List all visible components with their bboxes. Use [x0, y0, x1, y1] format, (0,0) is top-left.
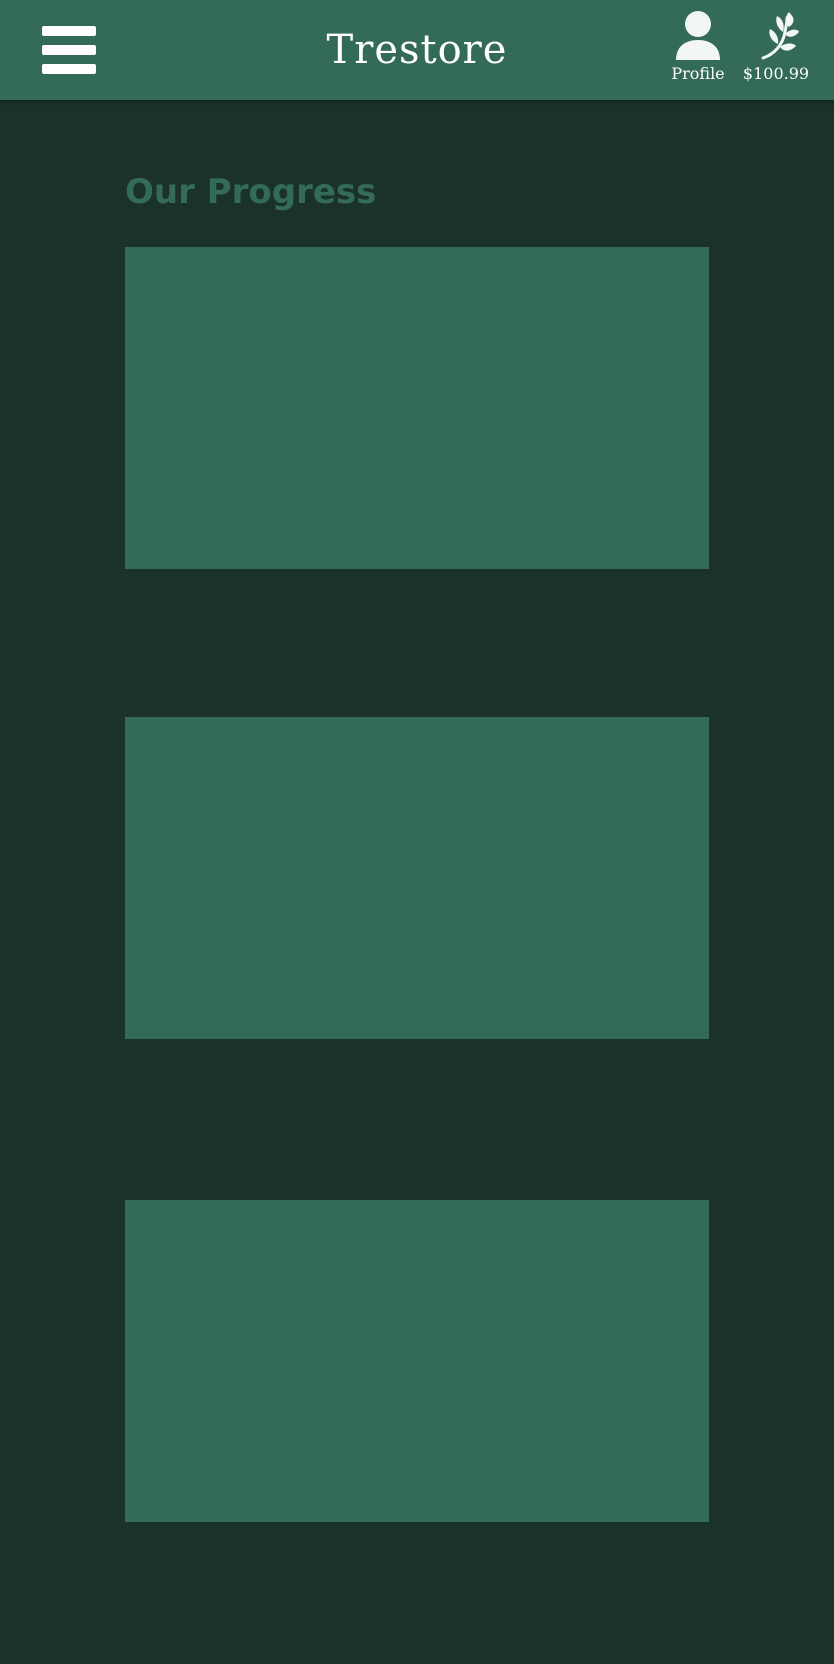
user-icon [676, 11, 720, 60]
sprout-icon [761, 12, 799, 60]
balance-amount: $100.99 [742, 64, 810, 83]
hamburger-menu-icon [42, 45, 96, 55]
balance-button[interactable]: $100.99 [740, 10, 812, 84]
hamburger-menu-icon [42, 26, 96, 36]
progress-card [125, 247, 709, 569]
progress-card [125, 717, 709, 1039]
profile-button[interactable]: Profile [666, 10, 730, 84]
page-title: Our Progress [125, 172, 377, 212]
top-navbar: Trestore Profile $100.99 [0, 0, 834, 100]
hamburger-menu-button[interactable] [42, 26, 96, 76]
brand-title[interactable]: Trestore [327, 27, 508, 73]
profile-label: Profile [671, 64, 725, 83]
hamburger-menu-icon [42, 64, 96, 74]
progress-card [125, 1200, 709, 1522]
